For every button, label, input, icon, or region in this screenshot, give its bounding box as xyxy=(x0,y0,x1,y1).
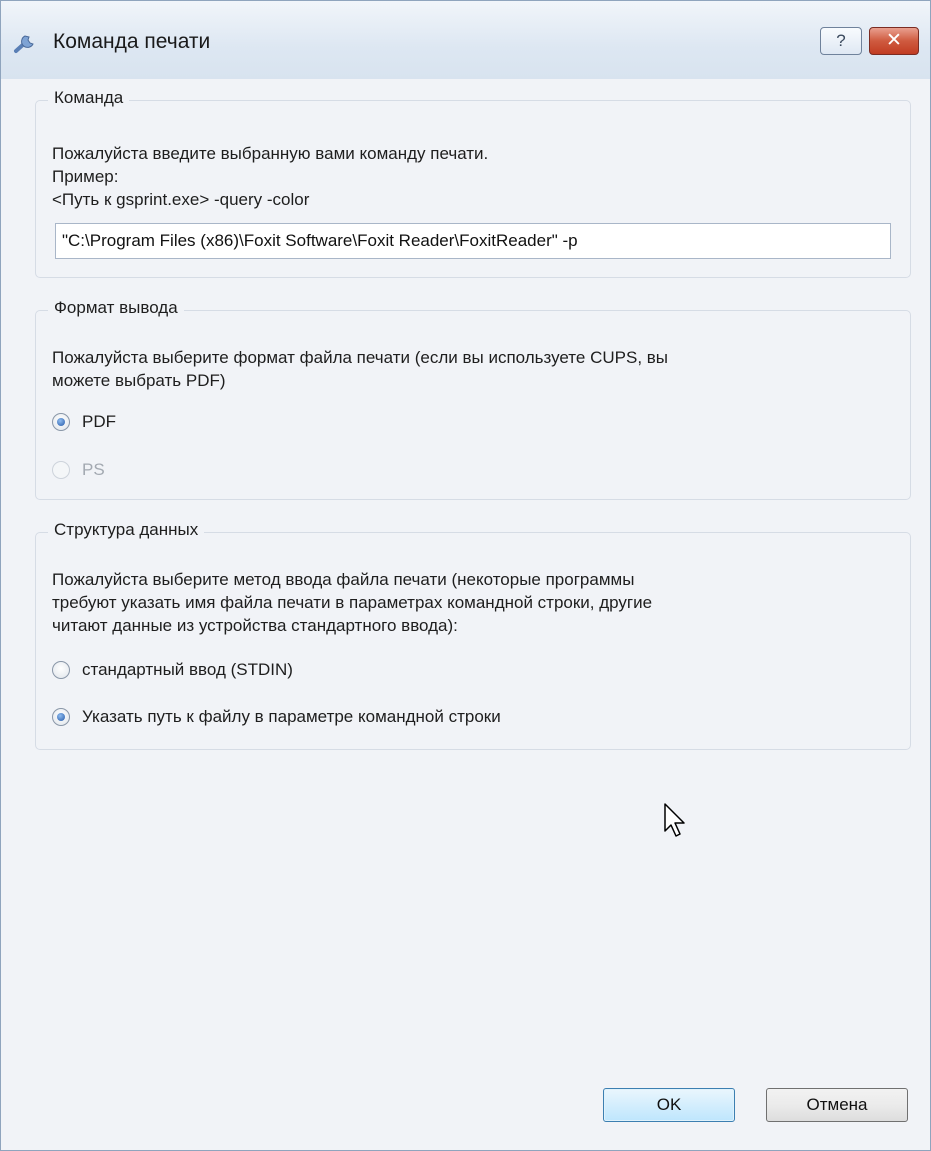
radio-stdin-label[interactable]: стандартный ввод (STDIN) xyxy=(82,658,293,682)
close-button[interactable]: ✕ xyxy=(869,27,919,55)
group-title-command: Команда xyxy=(48,88,130,108)
cancel-button[interactable]: Отмена xyxy=(766,1088,908,1122)
data-structure-group: Структура данных Пожалуйста выберите мет… xyxy=(35,520,911,750)
radio-pdf-button[interactable] xyxy=(52,413,70,431)
group-title-format: Формат вывода xyxy=(48,298,184,318)
format-description-line1: Пожалуйста выберите формат файла печати … xyxy=(52,348,669,367)
radio-file-path-button[interactable] xyxy=(52,708,70,726)
command-description: Пожалуйста введите выбранную вами команд… xyxy=(52,144,489,163)
print-command-dialog: Команда печати ? ✕ Команда Пожалуйста вв… xyxy=(0,0,931,1151)
help-button[interactable]: ? xyxy=(820,27,862,55)
mouse-pointer-icon xyxy=(664,803,688,839)
example-label: Пример: xyxy=(52,167,119,186)
data-description-line2: требуют указать имя файла печати в парам… xyxy=(52,593,653,612)
title-bar[interactable]: Команда печати ? ✕ xyxy=(1,1,930,79)
example-value: <Путь к gsprint.exe> -query -color xyxy=(52,190,310,209)
dialog-body: Команда Пожалуйста введите выбранную вам… xyxy=(9,79,922,1145)
radio-ps-button[interactable] xyxy=(52,461,70,479)
print-command-input[interactable] xyxy=(55,223,891,259)
wrench-icon xyxy=(13,31,43,55)
radio-pdf-label[interactable]: PDF xyxy=(82,410,116,434)
window-title: Команда печати xyxy=(53,30,211,53)
radio-file-path-label[interactable]: Указать путь к файлу в параметре командн… xyxy=(82,705,501,729)
data-description-line3: читают данные из устройства стандартного… xyxy=(52,616,458,635)
ok-button[interactable]: OK xyxy=(603,1088,735,1122)
group-title-data: Структура данных xyxy=(48,520,205,540)
radio-ps-label[interactable]: PS xyxy=(82,458,105,482)
format-description-line2: можете выбрать PDF) xyxy=(52,371,226,390)
data-description-line1: Пожалуйста выберите метод ввода файла пе… xyxy=(52,570,635,589)
output-format-group: Формат вывода Пожалуйста выберите формат… xyxy=(35,298,911,500)
command-group: Команда Пожалуйста введите выбранную вам… xyxy=(35,88,911,278)
radio-stdin-button[interactable] xyxy=(52,661,70,679)
